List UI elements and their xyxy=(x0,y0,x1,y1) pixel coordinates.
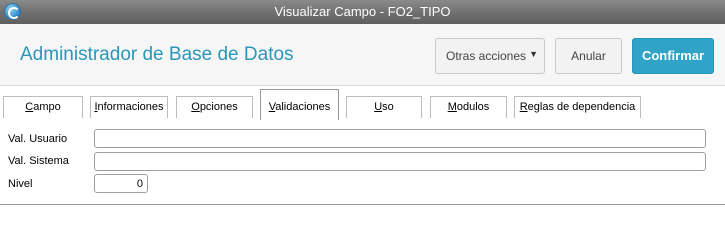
page-title: Administrador de Base de Datos xyxy=(20,44,294,65)
val-sistema-input[interactable] xyxy=(94,152,706,171)
validaciones-form: Val. Usuario Val. Sistema Nivel xyxy=(0,119,725,200)
window-title: Visualizar Campo - FO2_TIPO xyxy=(274,4,451,19)
nivel-label: Nivel xyxy=(8,178,33,190)
caret-down-icon: ▼ xyxy=(529,49,538,59)
tab-accelerator: M xyxy=(447,101,457,113)
tab-label: ampo xyxy=(33,101,61,113)
tab-label: pciones xyxy=(199,101,238,113)
confirm-button[interactable]: Confirmar xyxy=(632,38,714,74)
tab-informaciones[interactable]: Informaciones xyxy=(90,96,168,118)
tab-campo[interactable]: Campo xyxy=(3,96,83,118)
tab-modulos[interactable]: Modulos xyxy=(430,96,507,118)
tab-label: odulos xyxy=(456,101,490,113)
tab-label: so xyxy=(382,101,394,113)
val-usuario-label: Val. Usuario xyxy=(8,133,68,145)
tab-label: nformaciones xyxy=(97,101,164,113)
title-bar: Visualizar Campo - FO2_TIPO xyxy=(0,0,725,24)
tab-accelerator: O xyxy=(191,101,200,113)
tab-accelerator: R xyxy=(519,101,528,113)
tab-uso[interactable]: Uso xyxy=(346,96,422,118)
nivel-input[interactable] xyxy=(94,174,148,193)
val-sistema-label: Val. Sistema xyxy=(8,155,69,167)
other-actions-label: Otras acciones xyxy=(446,49,527,63)
val-usuario-input[interactable] xyxy=(94,129,706,148)
tab-label: alidaciones xyxy=(275,101,331,113)
other-actions-button[interactable]: Otras acciones ▼ xyxy=(435,38,545,74)
tab-validaciones[interactable]: Validaciones xyxy=(260,89,339,120)
tab-label: eglas de dependencia xyxy=(527,101,636,113)
tab-accelerator: C xyxy=(25,101,34,113)
header: Administrador de Base de Datos Otras acc… xyxy=(0,24,725,86)
cancel-button[interactable]: Anular xyxy=(555,38,622,74)
tab-opciones[interactable]: Opciones xyxy=(176,96,253,118)
tab-reglas-de-dependencia[interactable]: Reglas de dependencia xyxy=(514,96,641,118)
tab-divider xyxy=(0,204,725,205)
tab-bar: Campo Informaciones Opciones Validacione… xyxy=(0,86,725,205)
tab-accelerator: U xyxy=(374,101,383,113)
